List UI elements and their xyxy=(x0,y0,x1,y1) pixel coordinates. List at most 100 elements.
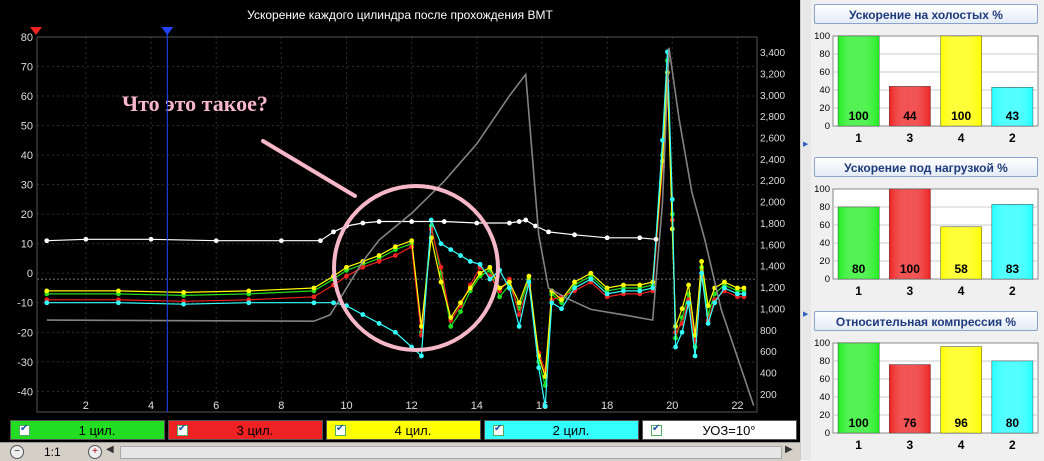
acceleration-chart[interactable]: Ускорение каждого цилиндра после прохожд… xyxy=(0,0,800,420)
data-point xyxy=(549,300,555,306)
legend-checkbox[interactable] xyxy=(335,423,346,436)
data-point xyxy=(331,300,336,306)
panel-title: Ускорение под нагрузкой % xyxy=(814,157,1038,177)
data-point xyxy=(741,285,747,291)
y2-tick-label: 1,200 xyxy=(760,283,785,294)
bar-value-label: 100 xyxy=(849,109,869,123)
y-tick-label: 40 xyxy=(21,150,33,162)
bar-category-label: 4 xyxy=(958,131,965,145)
relative-compression-bar-chart: 0 20 40 60 80 100 100 1 76 3 96 4 80 2 xyxy=(814,338,1039,452)
data-point xyxy=(637,282,643,288)
y-tick-label: 0 xyxy=(27,268,33,280)
zoom-level: 1:1 xyxy=(44,445,61,459)
y-tick-label: -40 xyxy=(17,386,33,398)
data-point xyxy=(506,285,512,291)
bar-value-label: 80 xyxy=(852,262,866,276)
bar-value-label: 100 xyxy=(849,416,869,430)
y-tick-label: 0 xyxy=(825,274,830,285)
y2-tick-label: 1,400 xyxy=(760,262,785,273)
panel-splitter[interactable]: ▶ ▶ xyxy=(800,0,811,460)
main-chart-area: Ускорение каждого цилиндра после прохожд… xyxy=(0,0,800,461)
cursor-marker-icon[interactable] xyxy=(161,27,174,35)
legend-item-cyl4[interactable]: 4 цил. xyxy=(326,420,481,440)
data-point xyxy=(722,279,727,285)
annotation-arrow xyxy=(261,139,357,198)
scroll-right-icon[interactable]: ▶ xyxy=(785,444,793,455)
panel-title: Относительная компрессия % xyxy=(814,311,1038,331)
data-point xyxy=(448,247,454,252)
bar-category-label: 2 xyxy=(1009,284,1016,298)
y-tick-label: 100 xyxy=(814,31,830,42)
legend-checkbox[interactable] xyxy=(493,423,504,436)
legend-checkbox[interactable] xyxy=(651,423,662,436)
zoom-out-icon[interactable]: − xyxy=(10,445,24,459)
y-tick-label: 20 xyxy=(819,103,830,114)
data-point xyxy=(311,294,317,300)
y2-tick-label: 1,800 xyxy=(760,219,785,230)
bar-value-label: 83 xyxy=(1006,262,1020,276)
legend-checkbox[interactable] xyxy=(19,423,30,436)
annotations: Что это такое? xyxy=(122,91,500,352)
data-point xyxy=(419,353,424,359)
legend-item-uoz[interactable]: УОЗ=10° xyxy=(642,420,797,440)
legend-item-cyl3[interactable]: 3 цил. xyxy=(168,420,323,440)
bar-category-label: 3 xyxy=(907,284,914,298)
bar-category-label: 1 xyxy=(855,131,862,145)
legend-label: 1 цил. xyxy=(78,422,116,438)
y-tick-label: 20 xyxy=(819,256,830,267)
data-point xyxy=(438,241,444,247)
bar-category-label: 3 xyxy=(907,438,914,452)
panel-load-acceleration: Ускорение под нагрузкой % 0 20 40 60 80 100 80… xyxy=(812,157,1042,307)
data-point xyxy=(376,219,382,224)
data-point xyxy=(699,270,705,276)
data-point xyxy=(181,290,187,295)
legend-label: 3 цил. xyxy=(236,422,274,438)
data-point xyxy=(458,253,463,258)
x-tick-label: 14 xyxy=(471,400,483,412)
legend-item-cyl1[interactable]: 1 цил. xyxy=(10,420,165,440)
data-point xyxy=(669,197,675,202)
series-line xyxy=(46,219,657,242)
data-point xyxy=(331,229,336,235)
x-tick-label: 6 xyxy=(213,400,219,412)
data-point xyxy=(376,321,382,326)
y2-tick-label: 2,000 xyxy=(760,198,785,209)
data-point xyxy=(588,270,594,276)
data-point xyxy=(542,403,548,409)
data-point xyxy=(448,323,454,329)
y2-tick-label: 600 xyxy=(760,347,777,358)
data-point xyxy=(516,300,522,306)
y2-tick-label: 1,000 xyxy=(760,304,785,315)
y-tick-label: 10 xyxy=(21,239,33,251)
legend-checkbox[interactable] xyxy=(177,423,188,436)
bar-category-label: 1 xyxy=(855,284,862,298)
y-tick-label: 40 xyxy=(819,85,830,96)
data-point xyxy=(318,238,323,244)
horizontal-scrollbar[interactable] xyxy=(120,446,782,459)
legend-bar: 1 цил. 3 цил. 4 цил. 2 цил. УОЗ=10° xyxy=(0,418,800,442)
y-tick-label: -20 xyxy=(17,327,33,339)
scroll-left-icon[interactable]: ◀ xyxy=(106,444,114,455)
y-tick-label: 80 xyxy=(819,49,830,60)
data-point xyxy=(376,253,382,258)
collapse-arrow-icon[interactable]: ▶ xyxy=(803,140,808,148)
collapse-arrow-icon[interactable]: ▶ xyxy=(803,310,808,318)
y2-tick-label: 2,400 xyxy=(760,155,785,166)
bar-value-label: 58 xyxy=(954,262,968,276)
data-point xyxy=(705,321,711,326)
legend-item-cyl2[interactable]: 2 цил. xyxy=(484,420,639,440)
data-point xyxy=(692,353,698,359)
bar-category-label: 2 xyxy=(1009,131,1016,145)
data-point xyxy=(679,306,685,312)
markers xyxy=(30,27,174,412)
data-point xyxy=(650,285,656,291)
data-point xyxy=(44,288,50,294)
data-point xyxy=(458,300,463,306)
y-tick-label: -10 xyxy=(17,298,33,310)
data-point xyxy=(526,273,532,279)
data-point xyxy=(526,279,532,285)
data-point xyxy=(741,291,747,297)
zoom-in-icon[interactable]: + xyxy=(88,445,102,459)
y2-tick-label: 3,200 xyxy=(760,69,785,80)
data-point xyxy=(467,259,473,264)
